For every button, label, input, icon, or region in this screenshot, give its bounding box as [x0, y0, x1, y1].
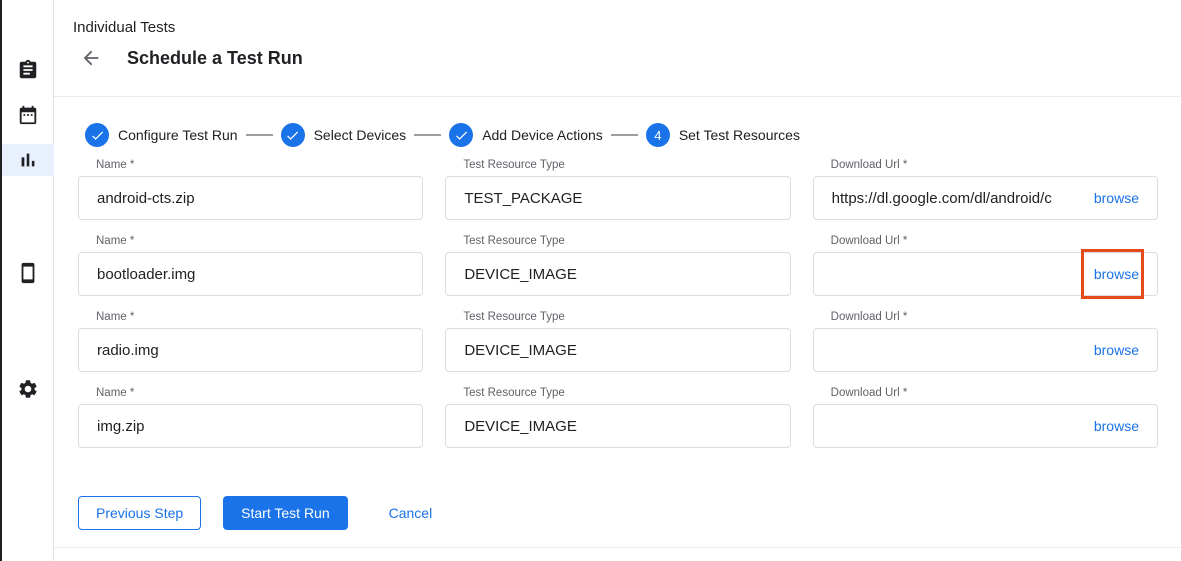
form-field-type-row1: Test Resource Type TEST_PACKAGE [445, 159, 790, 220]
type-value: DEVICE_IMAGE [464, 418, 771, 435]
sidebar-item-reports[interactable] [2, 144, 54, 176]
type-input-row4[interactable]: DEVICE_IMAGE [445, 404, 790, 448]
check-icon [454, 128, 469, 143]
step-configure-test-run[interactable]: Configure Test Run [85, 123, 238, 147]
smartphone-icon [17, 262, 39, 284]
form-field-name-row2: Name * bootloader.img [78, 235, 423, 296]
name-value: bootloader.img [97, 266, 404, 283]
step-complete-circle [85, 123, 109, 147]
form-field-name-row3: Name * radio.img [78, 311, 423, 372]
type-value: TEST_PACKAGE [464, 190, 771, 207]
footer-actions: Previous Step Start Test Run Cancel [78, 496, 1181, 530]
browse-link-row1[interactable]: browse [1094, 190, 1139, 206]
stepper: Configure Test Run Select Devices Add De… [54, 97, 1181, 147]
name-label: Name * [96, 235, 423, 248]
arrow-back-icon [80, 47, 102, 69]
cancel-button[interactable]: Cancel [385, 496, 437, 530]
page-header: Individual Tests Schedule a Test Run [54, 0, 1181, 97]
url-label: Download Url * [831, 159, 1158, 172]
name-label: Name * [96, 159, 423, 172]
form-field-type-row3: Test Resource Type DEVICE_IMAGE [445, 311, 790, 372]
step-label: Configure Test Run [118, 127, 238, 143]
url-value: https://dl.google.com/dl/android/c [832, 190, 1084, 207]
name-label: Name * [96, 311, 423, 324]
gear-icon [17, 378, 39, 400]
calendar-icon [17, 104, 39, 126]
type-label: Test Resource Type [463, 159, 790, 172]
url-input-row2[interactable]: browse [813, 252, 1158, 296]
name-input-row3[interactable]: radio.img [78, 328, 423, 372]
previous-step-button[interactable]: Previous Step [78, 496, 201, 530]
url-input-row1[interactable]: https://dl.google.com/dl/android/c brows… [813, 176, 1158, 220]
url-label: Download Url * [831, 311, 1158, 324]
step-label: Add Device Actions [482, 127, 603, 143]
form-field-type-row2: Test Resource Type DEVICE_IMAGE [445, 235, 790, 296]
form-field-url-row3: Download Url * browse [813, 311, 1158, 372]
browse-link-row3[interactable]: browse [1094, 342, 1139, 358]
form-field-type-row4: Test Resource Type DEVICE_IMAGE [445, 387, 790, 448]
browse-link-row2[interactable]: browse [1094, 266, 1139, 282]
type-input-row3[interactable]: DEVICE_IMAGE [445, 328, 790, 372]
step-set-test-resources[interactable]: 4 Set Test Resources [646, 123, 800, 147]
form-field-url-row1: Download Url * https://dl.google.com/dl/… [813, 159, 1158, 220]
url-input-row4[interactable]: browse [813, 404, 1158, 448]
name-input-row4[interactable]: img.zip [78, 404, 423, 448]
check-icon [285, 128, 300, 143]
sidebar-item-tests[interactable] [2, 54, 54, 86]
bottom-divider [54, 547, 1181, 548]
url-input-row3[interactable]: browse [813, 328, 1158, 372]
step-select-devices[interactable]: Select Devices [281, 123, 407, 147]
type-label: Test Resource Type [463, 235, 790, 248]
form-field-url-row2: Download Url * browse [813, 235, 1158, 296]
check-icon [90, 128, 105, 143]
url-label: Download Url * [831, 235, 1158, 248]
name-value: img.zip [97, 418, 404, 435]
main-content: Individual Tests Schedule a Test Run Con… [54, 0, 1181, 561]
clipboard-icon [17, 59, 39, 81]
step-label: Select Devices [314, 127, 407, 143]
url-label: Download Url * [831, 387, 1158, 400]
form-field-url-row4: Download Url * browse [813, 387, 1158, 448]
app-window: Individual Tests Schedule a Test Run Con… [0, 0, 1181, 561]
sidebar-item-devices[interactable] [2, 257, 54, 289]
form-field-name-row1: Name * android-cts.zip [78, 159, 423, 220]
step-complete-circle [281, 123, 305, 147]
type-label: Test Resource Type [463, 311, 790, 324]
browse-link-row4[interactable]: browse [1094, 418, 1139, 434]
sidebar-item-schedule[interactable] [2, 99, 54, 131]
sidebar-item-settings[interactable] [2, 373, 54, 405]
form-field-name-row4: Name * img.zip [78, 387, 423, 448]
step-complete-circle [449, 123, 473, 147]
start-test-run-button[interactable]: Start Test Run [223, 496, 347, 530]
type-input-row2[interactable]: DEVICE_IMAGE [445, 252, 790, 296]
name-input-row1[interactable]: android-cts.zip [78, 176, 423, 220]
back-button[interactable] [78, 45, 104, 71]
name-label: Name * [96, 387, 423, 400]
page-title: Schedule a Test Run [127, 48, 303, 69]
step-connector [611, 134, 638, 136]
step-number-circle: 4 [646, 123, 670, 147]
section-title: Individual Tests [73, 0, 1181, 36]
sidebar [2, 0, 54, 561]
name-value: android-cts.zip [97, 190, 404, 207]
step-connector [414, 134, 441, 136]
step-add-device-actions[interactable]: Add Device Actions [449, 123, 603, 147]
type-value: DEVICE_IMAGE [464, 266, 771, 283]
type-input-row1[interactable]: TEST_PACKAGE [445, 176, 790, 220]
test-resources-form: Name * android-cts.zip Test Resource Typ… [78, 159, 1158, 448]
name-value: radio.img [97, 342, 404, 359]
step-connector [246, 134, 273, 136]
bar-chart-icon [17, 149, 39, 171]
type-label: Test Resource Type [463, 387, 790, 400]
type-value: DEVICE_IMAGE [464, 342, 771, 359]
step-label: Set Test Resources [679, 127, 800, 143]
name-input-row2[interactable]: bootloader.img [78, 252, 423, 296]
